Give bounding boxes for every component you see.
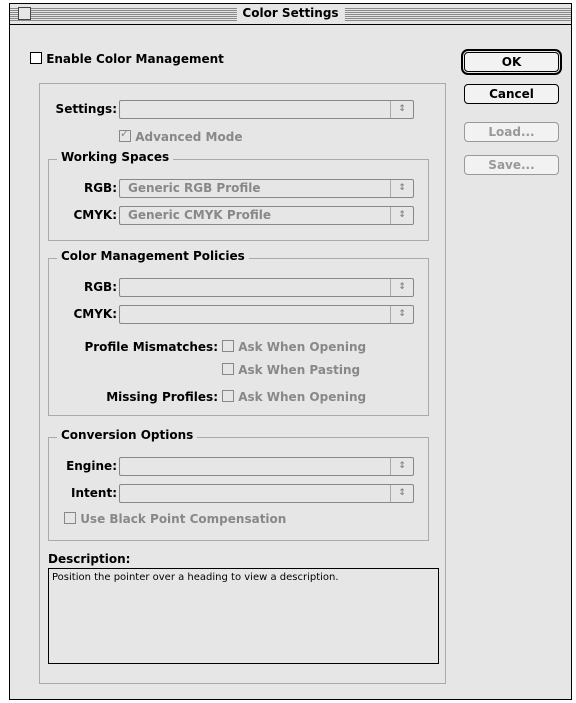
working-spaces-heading: Working Spaces xyxy=(57,150,174,164)
missing-ask-when-opening-label: Ask When Opening xyxy=(238,390,367,404)
color-settings-window: Color Settings Enable Color Management S… xyxy=(9,3,572,700)
popup-arrows-icon: ↕ xyxy=(390,207,413,224)
profile-mismatches-label: Profile Mismatches: xyxy=(84,340,218,354)
conversion-heading: Conversion Options xyxy=(57,428,198,442)
ws-rgb-label: RGB: xyxy=(83,181,117,195)
missing-ask-opening-checkbox-icon[interactable] xyxy=(222,390,234,402)
enable-checkbox-icon[interactable] xyxy=(30,52,42,64)
advanced-mode-label: Advanced Mode xyxy=(135,130,243,144)
popup-arrows-icon: ↕ xyxy=(390,279,413,296)
save-button[interactable]: Save... xyxy=(464,155,559,175)
intent-label: Intent: xyxy=(71,486,117,500)
black-point-compensation-checkbox[interactable]: Use Black Point Compensation xyxy=(64,512,286,526)
ws-cmyk-label: CMYK: xyxy=(73,208,117,222)
enable-color-management-label: Enable Color Management xyxy=(46,52,224,66)
policy-cmyk-label: CMYK: xyxy=(73,307,117,321)
ws-cmyk-value: Generic CMYK Profile xyxy=(128,208,272,222)
close-box-icon[interactable] xyxy=(18,7,31,20)
ask-when-opening-checkbox[interactable]: Ask When Opening xyxy=(222,340,366,354)
bpc-label: Use Black Point Compensation xyxy=(80,512,287,526)
ask-when-pasting-label: Ask When Pasting xyxy=(238,363,361,377)
ask-opening-checkbox-icon[interactable] xyxy=(222,340,234,352)
description-heading: Description: xyxy=(48,552,131,566)
popup-arrows-icon: ↕ xyxy=(390,485,413,502)
settings-popup[interactable]: ↕ xyxy=(119,100,414,119)
settings-label: Settings: xyxy=(55,102,117,116)
popup-arrows-icon: ↕ xyxy=(390,458,413,475)
ws-rgb-value: Generic RGB Profile xyxy=(128,181,261,195)
check-icon: ✓ xyxy=(120,127,130,140)
policy-rgb-popup[interactable]: ↕ xyxy=(119,278,414,297)
description-box: Position the pointer over a heading to v… xyxy=(48,568,439,664)
policy-cmyk-popup[interactable]: ↕ xyxy=(119,305,414,324)
policies-heading: Color Management Policies xyxy=(57,249,249,263)
ok-button[interactable]: OK xyxy=(461,49,562,75)
ws-cmyk-popup[interactable]: Generic CMYK Profile ↕ xyxy=(119,206,414,225)
load-button[interactable]: Load... xyxy=(464,122,559,142)
ask-when-opening-label: Ask When Opening xyxy=(238,340,367,354)
advanced-mode-checkbox-icon[interactable]: ✓ xyxy=(119,127,131,142)
missing-profiles-label: Missing Profiles: xyxy=(106,390,218,404)
engine-label: Engine: xyxy=(66,459,117,473)
window-title: Color Settings xyxy=(236,5,345,22)
title-bar[interactable]: Color Settings xyxy=(10,4,571,25)
ws-rgb-popup[interactable]: Generic RGB Profile ↕ xyxy=(119,179,414,198)
policy-rgb-label: RGB: xyxy=(83,280,117,294)
missing-ask-when-opening-checkbox[interactable]: Ask When Opening xyxy=(222,390,366,404)
popup-arrows-icon: ↕ xyxy=(390,101,413,118)
ask-when-pasting-checkbox[interactable]: Ask When Pasting xyxy=(222,363,360,377)
bpc-checkbox-icon[interactable] xyxy=(64,512,76,524)
popup-arrows-icon: ↕ xyxy=(390,180,413,197)
cancel-button[interactable]: Cancel xyxy=(464,84,559,104)
description-text: Position the pointer over a heading to v… xyxy=(52,572,339,583)
advanced-mode-checkbox[interactable]: ✓ Advanced Mode xyxy=(119,127,243,144)
popup-arrows-icon: ↕ xyxy=(390,306,413,323)
working-spaces-group xyxy=(48,159,429,241)
intent-popup[interactable]: ↕ xyxy=(119,484,414,503)
engine-popup[interactable]: ↕ xyxy=(119,457,414,476)
enable-color-management-checkbox[interactable]: Enable Color Management xyxy=(30,52,224,66)
ask-pasting-checkbox-icon[interactable] xyxy=(222,363,234,375)
